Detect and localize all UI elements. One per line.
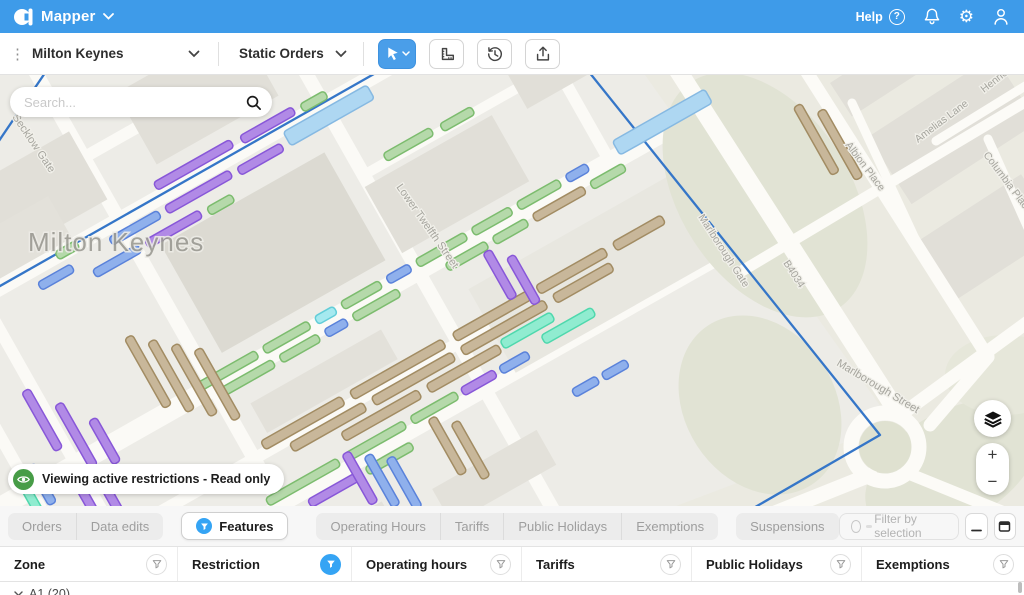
app-window: Mapper Help ? ⚙ ⋮ Milton Keynes — [0, 0, 1024, 595]
chevron-down-icon — [335, 50, 347, 58]
column-label: Restriction — [192, 557, 260, 572]
column-header-operating-hours: Operating hours — [352, 547, 522, 581]
tab-group: Suspensions — [736, 513, 838, 540]
search-icon[interactable] — [245, 94, 262, 111]
column-filter-icon[interactable] — [660, 554, 681, 575]
tab-public-holidays[interactable]: Public Holidays — [503, 513, 621, 540]
top-header: Mapper Help ? ⚙ — [0, 0, 1024, 33]
column-filter-icon[interactable] — [320, 554, 341, 575]
org-selector[interactable]: Milton Keynes — [32, 33, 212, 74]
tab-features[interactable]: Features — [181, 512, 288, 540]
column-label: Exemptions — [876, 557, 950, 572]
column-label: Operating hours — [366, 557, 467, 572]
upload-export-icon — [534, 45, 552, 63]
tab-group: OrdersData edits — [8, 513, 163, 540]
chevron-down-icon — [188, 50, 200, 58]
app-logo[interactable]: Mapper — [14, 7, 114, 27]
filter-funnel-icon — [196, 518, 212, 534]
map-toolbar: ⋮ Milton Keynes Static Orders — [0, 33, 1024, 75]
column-header-public-holidays: Public Holidays — [692, 547, 862, 581]
brand-chevron-down-icon — [103, 13, 114, 20]
table-header-row: Zone Restriction Operating hours Tariffs Pub… — [0, 546, 1024, 582]
column-header-restriction: Restriction — [178, 547, 352, 581]
column-label: Tariffs — [536, 557, 575, 572]
zone-cell: A1 (20) — [29, 587, 70, 595]
column-label: Public Holidays — [706, 557, 803, 572]
city-map-label: Milton Keynes — [28, 227, 204, 257]
column-header-tariffs: Tariffs — [522, 547, 692, 581]
scrollbar-thumb[interactable] — [1018, 582, 1022, 593]
search-input[interactable] — [24, 95, 245, 110]
eye-icon — [13, 469, 34, 490]
bottom-panel: OrdersData editsFeaturesOperating HoursT… — [0, 506, 1024, 595]
maximize-icon — [998, 520, 1011, 533]
panel-tab-row: OrdersData edits Features Operating HoursT… — [0, 506, 1024, 546]
history-clock-icon — [486, 45, 504, 63]
settings-gear-icon[interactable]: ⚙ — [959, 8, 974, 25]
toolbar-divider — [363, 42, 364, 66]
cursor-arrow-icon — [385, 46, 400, 62]
help-question-icon: ? — [889, 9, 905, 25]
column-filter-icon[interactable] — [490, 554, 511, 575]
layers-button[interactable] — [974, 400, 1011, 437]
column-filter-icon[interactable] — [993, 554, 1014, 575]
tab-suspensions[interactable]: Suspensions — [736, 513, 838, 540]
zoom-control: + − — [976, 443, 1009, 495]
org-selector-value: Milton Keynes — [32, 46, 124, 61]
readonly-banner-text: Viewing active restrictions - Read only — [42, 472, 270, 486]
map-canvas[interactable]: Secklow GateLower Twelfth StreetMarlboro… — [0, 75, 1024, 506]
column-header-exemptions: Exemptions — [862, 547, 1024, 581]
brand-name: Mapper — [41, 8, 96, 25]
measure-tool-button[interactable] — [429, 39, 464, 69]
drag-grip-icon[interactable]: ⋮ — [0, 45, 32, 63]
help-button[interactable]: Help ? — [856, 9, 905, 25]
tab-exemptions[interactable]: Exemptions — [621, 513, 718, 540]
user-account-icon[interactable] — [992, 7, 1010, 26]
filter-by-selection-toggle[interactable]: Filter by selection — [839, 513, 960, 540]
export-tool-button[interactable] — [525, 39, 560, 69]
tool-chevron-down-icon — [402, 51, 410, 57]
minimize-icon — [970, 520, 983, 533]
tab-group: Operating HoursTariffsPublic HolidaysExe… — [316, 513, 718, 540]
layers-icon — [982, 408, 1004, 430]
column-header-zone: Zone — [0, 547, 178, 581]
zoom-in-button[interactable]: + — [988, 446, 998, 463]
notifications-bell-icon[interactable] — [923, 7, 941, 26]
readonly-banner: Viewing active restrictions - Read only — [8, 464, 284, 494]
filter-by-selection-label: Filter by selection — [874, 512, 947, 540]
order-type-selector[interactable]: Static Orders — [239, 33, 357, 74]
basemap: Secklow GateLower Twelfth StreetMarlboro… — [0, 75, 1024, 506]
toggle-icon — [851, 520, 862, 533]
minimize-panel-button[interactable] — [965, 513, 987, 540]
zoom-out-button[interactable]: − — [988, 473, 998, 490]
column-label: Zone — [14, 557, 45, 572]
tab-data-edits[interactable]: Data edits — [76, 513, 164, 540]
tab-operating-hours[interactable]: Operating Hours — [316, 513, 439, 540]
expand-chevron-icon[interactable] — [14, 591, 23, 595]
table-row[interactable]: A1 (20) — [0, 582, 1024, 595]
maximize-panel-button[interactable] — [994, 513, 1016, 540]
mapper-logo-icon — [14, 7, 34, 27]
ruler-icon — [438, 45, 456, 63]
help-label: Help — [856, 10, 883, 24]
tab-orders[interactable]: Orders — [8, 513, 76, 540]
column-filter-icon[interactable] — [146, 554, 167, 575]
order-type-value: Static Orders — [239, 46, 324, 61]
map-search — [10, 87, 272, 117]
toolbar-divider — [218, 42, 219, 66]
select-tool-button[interactable] — [378, 39, 416, 69]
history-tool-button[interactable] — [477, 39, 512, 69]
column-filter-icon[interactable] — [830, 554, 851, 575]
tab-tariffs[interactable]: Tariffs — [440, 513, 503, 540]
